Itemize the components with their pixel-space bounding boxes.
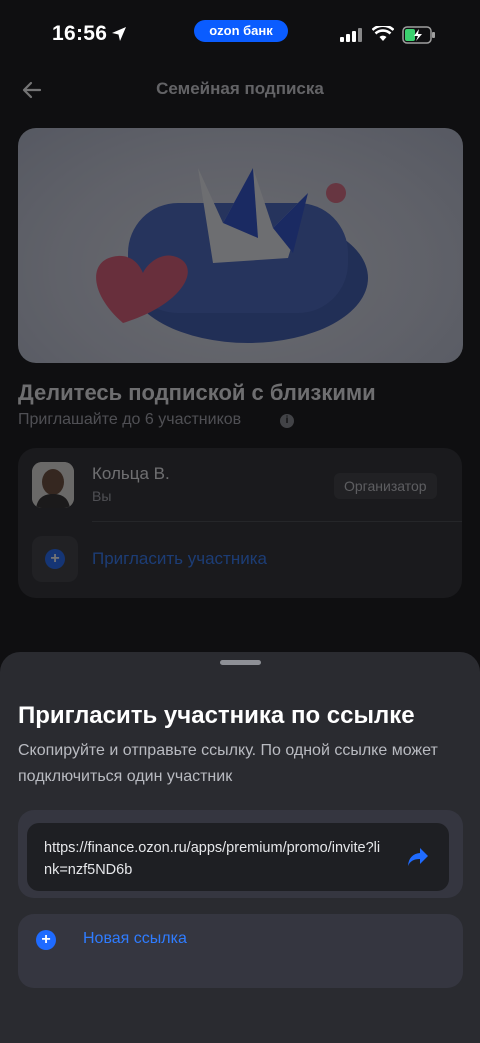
plus-icon: +: [45, 549, 65, 569]
bank-pill[interactable]: ozon банк: [194, 20, 288, 42]
member-name: Кольца В.: [92, 464, 170, 483]
location-arrow-icon: [112, 27, 126, 41]
battery-charging-icon: [402, 26, 435, 44]
status-bar: 16:56 ozon банк: [0, 0, 480, 70]
share-subheading: Приглашайте до 6 участников: [18, 411, 242, 428]
members-card: Кольца В. Вы Организатор + Пригласить уч…: [18, 448, 462, 598]
plus-icon: +: [36, 930, 56, 950]
invite-member-button[interactable]: Пригласить участника: [92, 549, 267, 569]
hero-illustration: [18, 128, 463, 363]
sheet-drag-handle[interactable]: [220, 660, 261, 665]
avatar: [32, 462, 74, 508]
divider: [92, 521, 462, 522]
share-arrow-icon[interactable]: [407, 847, 429, 867]
armchair-crown-heart-image: [96, 168, 368, 343]
invite-link-card: https://finance.ozon.ru/apps/premium/pro…: [18, 810, 463, 898]
member-subtitle: Вы: [92, 488, 112, 504]
avatar-photo: [32, 462, 74, 508]
new-link-label: Новая ссылка: [83, 930, 187, 947]
share-heading: Делитесь подпиской с близкими: [18, 380, 376, 405]
status-time: 16:56: [52, 22, 108, 45]
sheet-title: Пригласить участника по ссылке: [18, 702, 415, 729]
invite-member-tile[interactable]: +: [32, 536, 78, 582]
sheet-description: Скопируйте и отправьте ссылку. По одной …: [18, 742, 438, 785]
wifi-icon: [372, 26, 394, 41]
info-icon[interactable]: i: [280, 414, 294, 428]
cellular-signal-icon: [340, 28, 362, 42]
role-badge: Организатор: [334, 473, 437, 499]
invite-bottom-sheet: Пригласить участника по ссылке Скопируйт…: [0, 652, 480, 1043]
invite-link-field[interactable]: https://finance.ozon.ru/apps/premium/pro…: [27, 823, 449, 891]
invite-link-text[interactable]: https://finance.ozon.ru/apps/premium/pro…: [44, 837, 384, 881]
new-link-button[interactable]: + Новая ссылка: [18, 914, 463, 988]
page-title: Семейная подписка: [156, 79, 324, 98]
